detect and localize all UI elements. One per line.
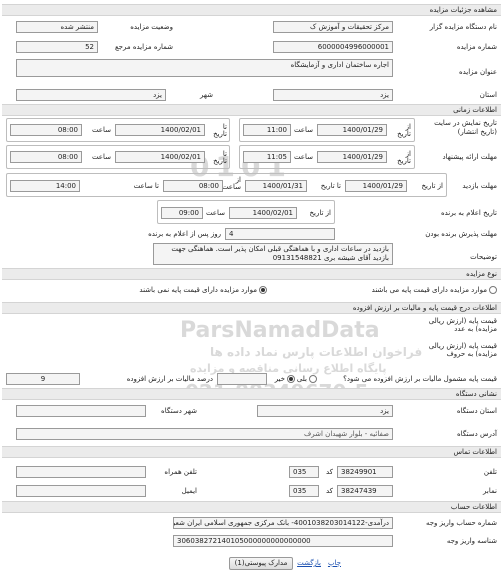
watermark-logo: ParsNamadData (180, 318, 380, 343)
visit-from-date-label: از تاریخ (421, 182, 443, 190)
description-field[interactable]: بازدید در ساعات اداری و با هماهنگی قبلی … (153, 243, 393, 265)
acceptance-suffix: روز پس از اعلام به برنده (148, 230, 221, 238)
time-label: ساعت (293, 126, 313, 134)
fax-field[interactable]: 38247439 (337, 485, 393, 497)
account-section-header: اطلاعات حساب (2, 501, 501, 513)
vat-blank-field (217, 373, 267, 385)
vat-percent-field[interactable]: 9 (6, 373, 80, 385)
ref-number-field[interactable]: 52 (16, 41, 98, 53)
page-title: مشاهده جزئیات مزایده (2, 4, 501, 16)
title-label: عنوان مزایده (458, 68, 497, 76)
description-label: توضیحات (470, 253, 497, 261)
visit-to-time-label: تا ساعت (133, 182, 159, 190)
org-address-label: آدرس دستگاه (457, 430, 497, 438)
time-label: ساعت (91, 126, 111, 134)
phone-field[interactable]: 38249901 (337, 466, 393, 478)
display-to-date-field[interactable]: 1400/02/01 (115, 124, 205, 136)
visit-to-date-label: تا تاریخ (320, 182, 341, 190)
vat-no-label: خیر (274, 375, 285, 383)
org-province-field[interactable]: یزد (257, 405, 393, 417)
display-date-label: تاریخ نمایش در سایت (تاریخ انتشار) (434, 119, 497, 136)
org-province-label: استان دستگاه (456, 407, 497, 415)
account-number-label: شماره حساب واریز وجه (425, 519, 497, 527)
auction-number-label: شماره مزایده (456, 43, 497, 51)
code-label: کد (325, 468, 333, 476)
auction-number-field[interactable]: 6000004996000001 (273, 41, 393, 53)
winner-time-field[interactable]: 09:00 (161, 207, 203, 219)
vat-yes-radio[interactable] (309, 375, 317, 383)
winner-date-field[interactable]: 1400/02/01 (229, 207, 297, 219)
time-label: ساعت (293, 153, 313, 161)
code-label: کد (325, 487, 333, 495)
email-field[interactable] (16, 485, 146, 497)
mobile-label: تلفن همراه (164, 468, 197, 476)
time-label: ساعت (91, 153, 111, 161)
offer-deadline-label: مهلت ارائه پیشنهاد (442, 153, 497, 161)
type-without-price-label: موارد مزایده دارای قیمت پایه نمی باشند (139, 286, 257, 294)
status-field[interactable]: منتشر شده (16, 21, 98, 33)
acceptance-days-field[interactable]: 4 (225, 228, 335, 240)
visit-to-date-field[interactable]: 1400/01/31 (245, 180, 307, 192)
email-label: ایمیل (181, 487, 197, 495)
org-city-field[interactable] (16, 405, 146, 417)
offer-from-time-field[interactable]: 11:05 (243, 151, 291, 163)
print-link[interactable]: چاپ (328, 558, 341, 568)
sheba-field[interactable]: 306038272140105000000000000000 (173, 535, 393, 547)
offer-from-date-field[interactable]: 1400/01/29 (317, 151, 387, 163)
fax-code-field[interactable]: 035 (289, 485, 319, 497)
type-without-price-radio[interactable] (259, 286, 267, 294)
sheba-label: شناسه واریز وجه (446, 537, 497, 545)
display-to-time-field[interactable]: 08:00 (10, 124, 82, 136)
time-label: ساعت (205, 209, 225, 217)
account-number-field[interactable]: درآمدی-4001038203014122- بانک مرکزی جمهو… (173, 517, 393, 529)
fax-label: نمابر (483, 487, 497, 495)
timing-section-header: اطلاعات زمانی (2, 104, 501, 116)
ref-number-label: شماره مزایده مرجع (114, 43, 173, 51)
from-date-label: از تاریخ (397, 123, 411, 138)
vat-yes-label: بلی (296, 375, 307, 383)
visit-from-time-label: از ساعت (221, 176, 241, 191)
province-label: استان (479, 91, 497, 99)
to-date-label: تا تاریخ (213, 150, 227, 165)
price-section-header: اطلاعات درج قیمت پایه و مالیات بر ارزش ا… (2, 302, 501, 314)
visit-to-time-field[interactable]: 14:00 (10, 180, 80, 192)
winner-announce-label: تاریخ اعلام به برنده (440, 209, 497, 217)
phone-label: تلفن (483, 468, 497, 476)
base-price-number-label: قیمت پایه (ارزش ریالی مزایده) به عدد (428, 317, 497, 333)
city-label: شهر (200, 91, 213, 99)
mobile-field[interactable] (16, 466, 146, 478)
visit-from-date-field[interactable]: 1400/01/29 (345, 180, 407, 192)
province-field[interactable]: یزد (273, 89, 393, 101)
vat-question-label: قیمت پایه مشمول مالیات بر ارزش افزوده می… (343, 375, 497, 383)
organizer-field[interactable]: مرکز تحقیقات و آموزش ک (273, 21, 393, 33)
watermark-logo: فراخوان اطلاعات پارس نماد داده ها (210, 345, 423, 359)
to-date-label: تا تاریخ (213, 123, 227, 138)
return-link[interactable]: بازگشت (297, 558, 321, 568)
org-city-label: شهر دستگاه (161, 407, 197, 415)
display-from-date-field[interactable]: 1400/01/29 (317, 124, 387, 136)
phone-code-field[interactable]: 035 (289, 466, 319, 478)
title-field[interactable]: اجاره ساختمان اداری و آزمایشگاه (16, 59, 393, 77)
city-field[interactable]: یزد (16, 89, 166, 101)
address-section-header: نشانی دستگاه (2, 388, 501, 400)
status-label: وضعیت مزایده (130, 23, 173, 31)
offer-to-time-field[interactable]: 08:00 (10, 151, 82, 163)
vat-no-radio[interactable] (287, 375, 295, 383)
auction-type-section-header: نوع مزایده (2, 268, 501, 280)
org-address-field[interactable]: صفائیه - بلوار شهیدان اشرف (16, 428, 393, 440)
type-with-price-label: موارد مزایده دارای قیمت پایه می باشند (371, 286, 487, 294)
winner-from-label: از تاریخ (309, 209, 331, 217)
visit-deadline-label: مهلت بازدید (462, 182, 497, 190)
vat-percent-label: درصد مالیات بر ارزش افزوده (126, 375, 213, 383)
type-with-price-radio[interactable] (489, 286, 497, 294)
offer-to-date-field[interactable]: 1400/02/01 (115, 151, 205, 163)
from-date-label: از تاریخ (397, 150, 411, 165)
attachments-button[interactable]: مدارک پیوستی(1) (229, 557, 293, 570)
display-from-time-field[interactable]: 11:00 (243, 124, 291, 136)
visit-from-time-field[interactable]: 08:00 (163, 180, 223, 192)
acceptance-label: مهلت پذیرش برنده بودن (425, 230, 497, 238)
base-price-text-label: قیمت پایه (ارزش ریالی مزایده) به حروف (428, 342, 497, 358)
organizer-label: نام دستگاه مزایده گزار (429, 23, 497, 31)
contact-section-header: اطلاعات تماس (2, 446, 501, 458)
